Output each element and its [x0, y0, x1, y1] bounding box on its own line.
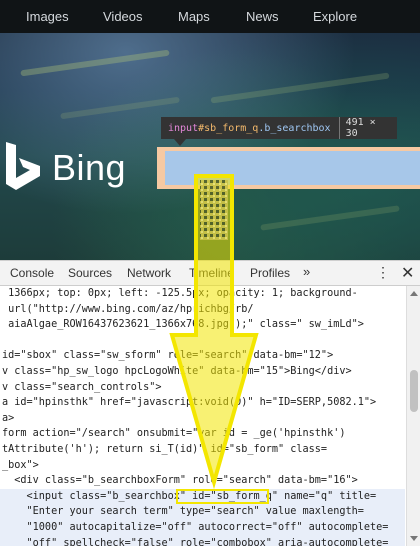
close-icon[interactable]: ✕	[401, 263, 414, 283]
background-streak	[20, 50, 169, 77]
code-line[interactable]	[0, 333, 405, 349]
nav-news-link[interactable]: News	[246, 9, 279, 24]
tooltip-size: 491 × 30	[339, 117, 390, 139]
search-input[interactable]	[165, 151, 420, 185]
background-streak	[210, 73, 389, 104]
scroll-up-icon[interactable]	[410, 291, 418, 296]
tooltip-tag: input	[168, 123, 198, 134]
kebab-menu-icon[interactable]: ⋮	[376, 264, 390, 281]
code-line[interactable]: id="sbox" class="sw_sform" role="search"…	[0, 348, 405, 364]
background-streak	[60, 97, 180, 120]
nav-explore-link[interactable]: Explore	[313, 9, 357, 24]
search-box-highlight	[157, 147, 420, 189]
code-line[interactable]: aiaAlgae_ROW16437623621_1366x768.jpg");"…	[0, 317, 405, 333]
bing-logo-text: Bing	[52, 147, 126, 189]
code-line[interactable]: "1000" autocapitalize="off" autocorrect=…	[0, 520, 405, 536]
code-line[interactable]: 1366px; top: 0px; left: -125.5px; opacit…	[0, 286, 405, 302]
code-line[interactable]: form action="/search" onsubmit="var id =…	[0, 426, 405, 442]
code-line[interactable]: v class="hp_sw_logo hpcLogoWhite" data-b…	[0, 364, 405, 380]
code-scrollbar[interactable]	[406, 286, 420, 546]
element-inspector-tooltip: input#sb_form_q.b_searchbox 491 × 30	[161, 117, 397, 139]
tab-sources[interactable]: Sources	[68, 266, 112, 280]
code-line[interactable]: a id="hpinsthk" href="javascript:void(0)…	[0, 395, 405, 411]
top-nav-bar: Images Videos Maps News Explore	[0, 0, 420, 33]
code-line[interactable]: _box">	[0, 458, 405, 474]
code-line[interactable]: "off" spellcheck="false" role="combobox"…	[0, 536, 405, 546]
scroll-down-icon[interactable]	[410, 536, 418, 541]
elements-code-view: 1366px; top: 0px; left: -125.5px; opacit…	[0, 286, 405, 546]
bing-homepage: Images Videos Maps News Explore Bing inp…	[0, 0, 420, 260]
background-streak	[260, 205, 399, 230]
tooltip-classes: .b_searchbox	[258, 123, 330, 134]
tab-console[interactable]: Console	[10, 266, 54, 280]
devtools-tab-bar: Console Sources Network Timeline Profile…	[0, 261, 420, 286]
code-line[interactable]: a>	[0, 411, 405, 427]
code-line[interactable]: tAttribute('h'); return si_T(id)" id="sb…	[0, 442, 405, 458]
tooltip-id: #sb_form_q	[198, 123, 258, 134]
tooltip-pointer	[174, 139, 186, 146]
code-line[interactable]: url("http://www.bing.com/az/hprichbg/rb/	[0, 302, 405, 318]
code-line[interactable]: "Enter your search term" type="search" v…	[0, 504, 405, 520]
tab-profiles[interactable]: Profiles	[250, 266, 290, 280]
tab-network[interactable]: Network	[127, 266, 171, 280]
type-search-highlight-box	[176, 489, 269, 504]
code-line[interactable]: v class="search_controls">	[0, 380, 405, 396]
nav-maps-link[interactable]: Maps	[178, 9, 210, 24]
nav-images-link[interactable]: Images	[26, 9, 69, 24]
nav-videos-link[interactable]: Videos	[103, 9, 143, 24]
scrollbar-thumb[interactable]	[410, 370, 418, 412]
code-line[interactable]: <div class="b_searchboxForm" role="searc…	[0, 473, 405, 489]
more-tabs-icon[interactable]: »	[303, 264, 310, 279]
tab-timeline[interactable]: Timeline	[189, 266, 234, 280]
